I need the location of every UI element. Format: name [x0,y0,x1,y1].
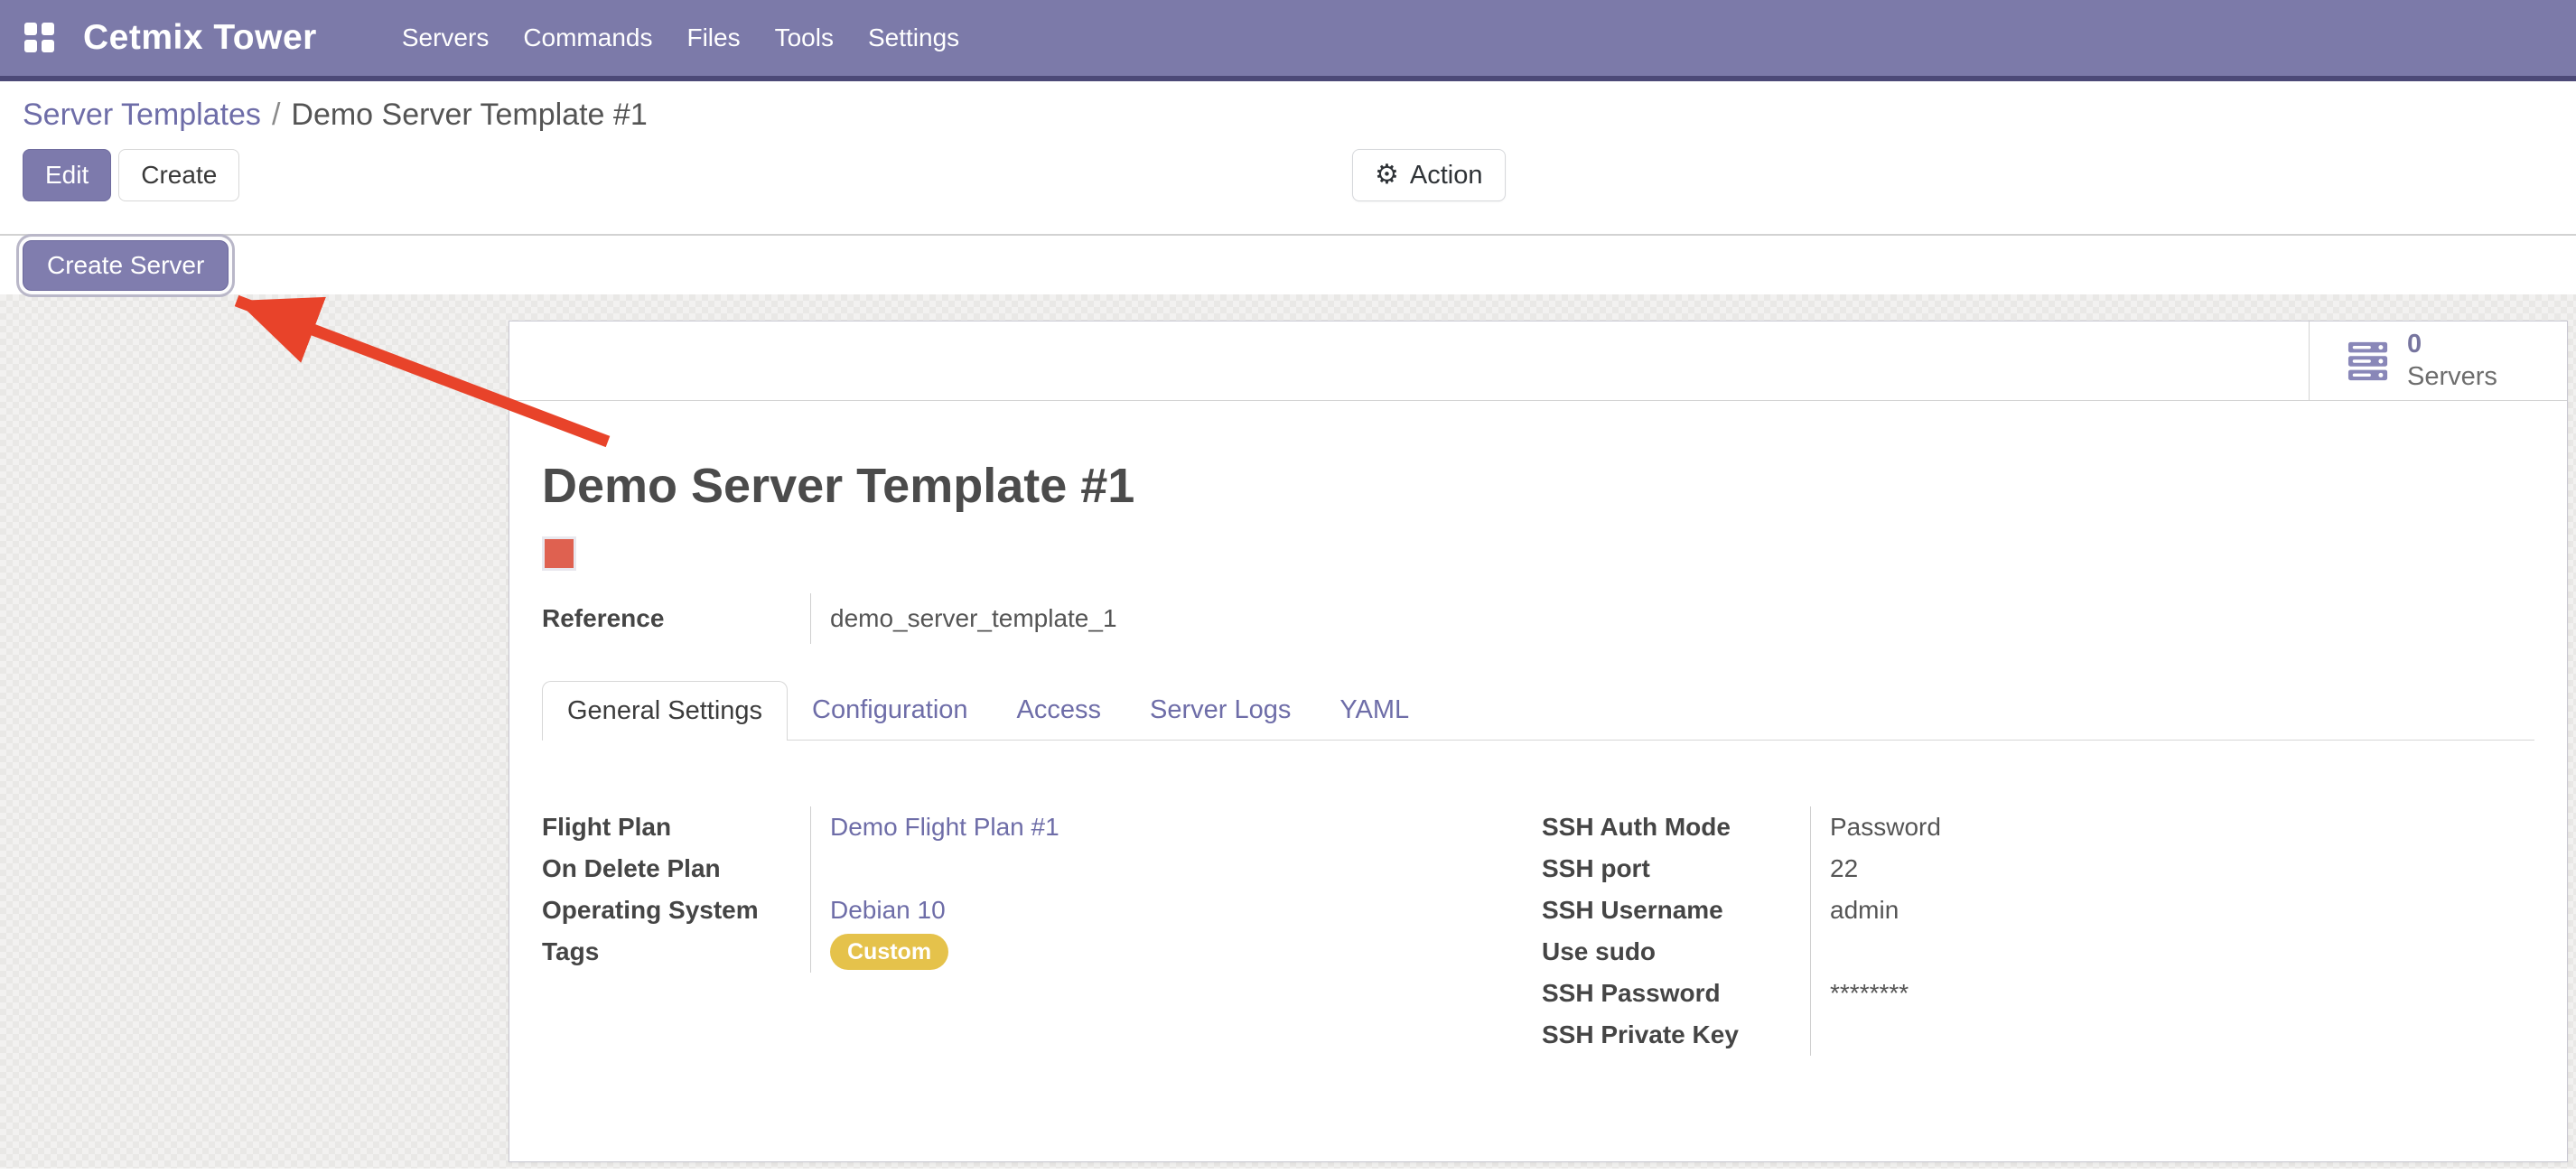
ssh-auth-mode-value: Password [1810,806,2534,848]
ssh-private-key-label: SSH Private Key [1542,1014,1810,1056]
form-sheet: Demo Server Template #1 Reference demo_s… [509,401,2567,1056]
screen: Cetmix Tower Servers Commands Files Tool… [0,0,2576,1174]
tab-yaml[interactable]: YAML [1315,681,1433,740]
apps-grid-square [24,23,37,35]
on-delete-plan-value [810,848,1490,890]
operating-system-label: Operating System [542,890,810,931]
content-area: 0 Servers Demo Server Template #1 Refere… [0,294,2576,1169]
card-header: 0 Servers [509,321,2567,401]
reference-label: Reference [542,593,810,644]
control-panel: Server Templates / Demo Server Template … [0,81,2576,234]
ssh-password-value: ******** [1810,973,2534,1014]
tab-access[interactable]: Access [993,681,1125,740]
on-delete-plan-label: On Delete Plan [542,848,810,890]
tags-value: Custom [810,931,1490,973]
tab-configuration[interactable]: Configuration [788,681,993,740]
field-group-left: Flight Plan Demo Flight Plan #1 On Delet… [542,806,1490,1056]
action-button-label: Action [1410,161,1483,191]
menu-item-tools[interactable]: Tools [758,0,851,76]
apps-grid-square [42,40,54,52]
operating-system-value-link[interactable]: Debian 10 [810,890,1490,931]
notebook-tabs: General Settings Configuration Access Se… [542,681,2534,741]
menu-item-settings[interactable]: Settings [851,0,976,76]
reference-field-row: Reference demo_server_template_1 [542,593,2534,644]
ssh-auth-mode-label: SSH Auth Mode [1542,806,1810,848]
breadcrumb: Server Templates / Demo Server Template … [23,98,2576,133]
ssh-username-value: admin [1810,890,2534,931]
form-sheet-card: 0 Servers Demo Server Template #1 Refere… [509,321,2568,1162]
tags-label: Tags [542,931,810,973]
create-server-button[interactable]: Create Server [23,240,229,291]
menu-item-files[interactable]: Files [669,0,757,76]
field-groups: Flight Plan Demo Flight Plan #1 On Delet… [542,806,2534,1056]
field-group-right: SSH Auth Mode Password SSH port 22 SSH U… [1542,806,2534,1056]
action-button[interactable]: ⚙ Action [1352,149,1506,201]
color-swatch [542,536,576,571]
ssh-port-value: 22 [1810,848,2534,890]
ssh-username-label: SSH Username [1542,890,1810,931]
top-navbar: Cetmix Tower Servers Commands Files Tool… [0,0,2576,81]
menu-item-commands[interactable]: Commands [506,0,669,76]
tag-badge-custom: Custom [830,934,948,970]
menu-item-servers[interactable]: Servers [385,0,506,76]
tab-server-logs[interactable]: Server Logs [1125,681,1315,740]
servers-stat-button[interactable]: 0 Servers [2309,321,2567,400]
page-title: Demo Server Template #1 [542,461,2534,512]
servers-count: 0 [2407,329,2497,360]
gear-icon: ⚙ [1375,162,1399,189]
flight-plan-label: Flight Plan [542,806,810,848]
use-sudo-label: Use sudo [1542,931,1810,973]
reference-value: demo_server_template_1 [810,593,1623,644]
tab-general-settings[interactable]: General Settings [542,681,788,741]
ssh-port-label: SSH port [1542,848,1810,890]
statusbar: Create Server [0,234,2576,294]
use-sudo-value [1810,931,2534,973]
stat-text: 0 Servers [2407,329,2497,393]
flight-plan-value-link[interactable]: Demo Flight Plan #1 [810,806,1490,848]
app-brand[interactable]: Cetmix Tower [83,18,317,58]
ssh-private-key-value [1810,1014,2534,1056]
create-button[interactable]: Create [118,149,239,201]
control-panel-buttons: Edit Create ⚙ Action [23,149,2576,201]
breadcrumb-separator: / [272,98,280,133]
servers-stack-icon [2347,340,2389,382]
servers-count-label: Servers [2407,361,2497,393]
main-menu: Servers Commands Files Tools Settings [385,0,976,76]
breadcrumb-parent-link[interactable]: Server Templates [23,98,261,133]
edit-button[interactable]: Edit [23,149,111,201]
apps-grid-square [24,40,37,52]
apps-grid-icon[interactable] [24,23,55,53]
breadcrumb-current: Demo Server Template #1 [291,98,647,133]
ssh-password-label: SSH Password [1542,973,1810,1014]
apps-grid-square [42,23,54,35]
